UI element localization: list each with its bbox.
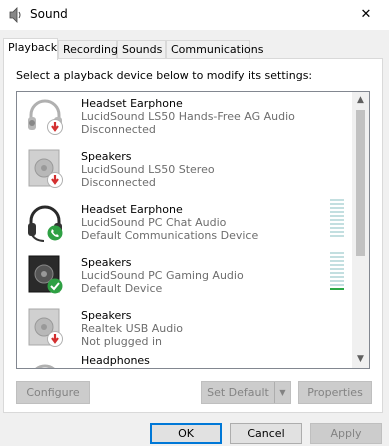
playback-panel: Select a playback device below to modify… (3, 58, 383, 413)
tab-recording[interactable]: Recording (58, 40, 118, 59)
device-description: LucidSound PC Chat Audio (81, 216, 227, 229)
set-default-label: Set Default (207, 386, 269, 399)
speaker-app-icon (8, 7, 22, 23)
chevron-down-icon[interactable]: ▼ (274, 382, 290, 403)
tab-playback[interactable]: Playback (3, 38, 58, 60)
list-scrollbar[interactable]: ▲ ▼ (352, 92, 369, 368)
device-status: Disconnected (81, 176, 156, 189)
volume-meter (330, 252, 344, 292)
device-description: LucidSound PC Gaming Audio (81, 269, 244, 282)
device-name: Speakers (81, 256, 132, 269)
instruction-text: Select a playback device below to modify… (16, 69, 313, 82)
device-name: Headset Earphone (81, 97, 183, 110)
device-description: Realtek USB Audio (81, 322, 184, 335)
title-bar: Sound ✕ (0, 0, 389, 30)
device-status: Disconnected (81, 123, 156, 136)
list-item[interactable]: Headset Earphone LucidSound PC Chat Audi… (17, 199, 353, 251)
list-item[interactable]: Speakers Realtek USB Audio Not plugged i… (17, 307, 353, 357)
list-item[interactable]: Speakers LucidSound LS50 Stereo Disconne… (17, 148, 353, 198)
device-status: Default Communications Device (81, 229, 259, 242)
tab-communications[interactable]: Communications (166, 40, 263, 59)
apply-button[interactable]: Apply (310, 423, 382, 444)
device-status: Not plugged in (81, 335, 163, 348)
ok-button[interactable]: OK (150, 423, 222, 444)
list-item[interactable]: Headset Earphone LucidSound LS50 Hands-F… (17, 95, 353, 145)
device-name: Speakers (81, 150, 132, 163)
device-name: Speakers (81, 309, 132, 322)
scroll-up-icon[interactable]: ▲ (352, 92, 369, 109)
list-item[interactable]: Speakers LucidSound PC Gaming Audio Defa… (17, 252, 353, 304)
scroll-down-icon[interactable]: ▼ (352, 351, 369, 368)
disconnected-badge-icon (47, 331, 63, 347)
configure-button[interactable]: Configure (16, 381, 90, 404)
set-default-button[interactable]: Set Default ▼ (201, 381, 291, 404)
headphones-icon (23, 360, 67, 368)
speaker-icon (23, 148, 67, 192)
phone-badge-icon (47, 225, 63, 241)
disconnected-badge-icon (47, 172, 63, 188)
device-name: Headphones (81, 354, 150, 367)
speaker-icon (23, 254, 67, 298)
close-button[interactable]: ✕ (343, 0, 389, 30)
device-name: Headset Earphone (81, 203, 183, 216)
device-status: Default Device (81, 282, 163, 295)
headset-icon (23, 95, 67, 139)
disconnected-badge-icon (47, 119, 63, 135)
tab-sounds[interactable]: Sounds (117, 40, 166, 59)
default-check-badge-icon (47, 278, 63, 294)
properties-button[interactable]: Properties (298, 381, 372, 404)
speaker-icon (23, 307, 67, 351)
scroll-thumb[interactable] (356, 110, 365, 256)
headset-icon (23, 201, 67, 245)
device-list[interactable]: Headset Earphone LucidSound LS50 Hands-F… (16, 91, 370, 369)
list-item[interactable]: Headphones (17, 354, 353, 368)
device-description: LucidSound LS50 Hands-Free AG Audio (81, 110, 295, 123)
cancel-button[interactable]: Cancel (230, 423, 302, 444)
volume-meter (330, 199, 344, 239)
device-description: LucidSound LS50 Stereo (81, 163, 215, 176)
window-title: Sound (30, 7, 68, 21)
